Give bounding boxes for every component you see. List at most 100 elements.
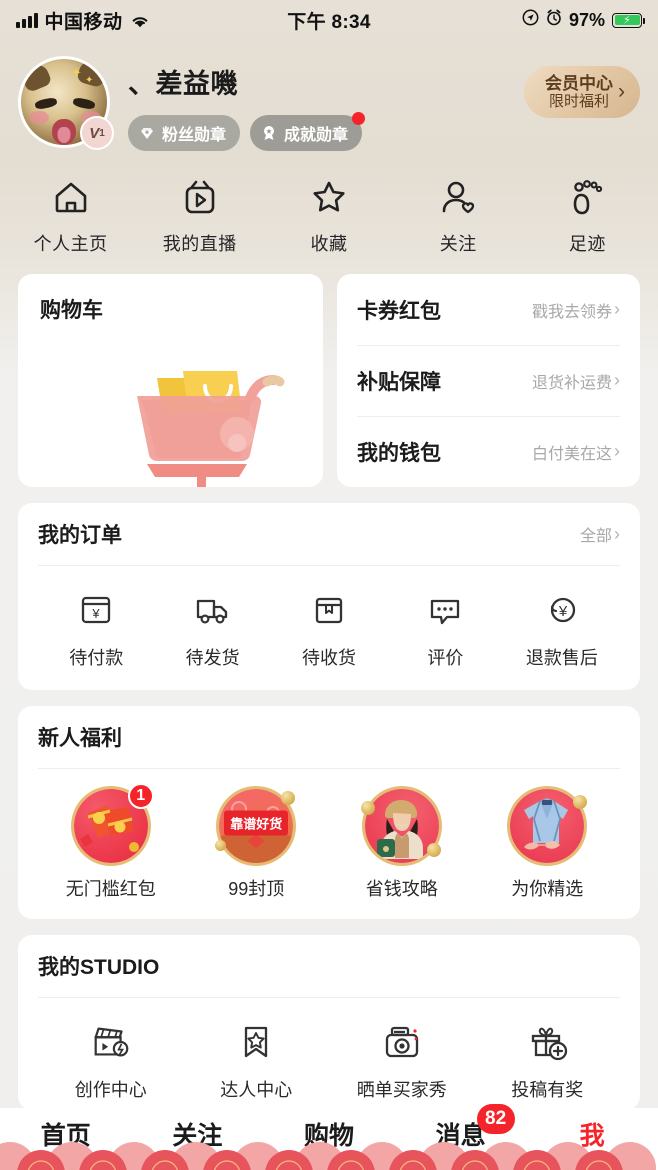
comment-icon xyxy=(423,588,467,632)
quick-nav-item-profile[interactable]: 个人主页 xyxy=(6,174,135,256)
refund-yen-icon: ¥ xyxy=(540,588,584,632)
star-icon xyxy=(306,174,352,220)
badge-list: 粉丝勋章 成就勋章 xyxy=(128,112,640,151)
vip-subtitle: 限时福利 xyxy=(548,93,609,111)
quick-nav-label: 足迹 xyxy=(568,234,606,254)
fashion-woman-icon xyxy=(360,789,441,863)
studio-item-submit[interactable]: 投稿有奖 xyxy=(475,1020,621,1102)
battery-percent: 97% xyxy=(568,9,605,30)
studio-item-talent[interactable]: 达人中心 xyxy=(184,1020,330,1102)
order-item-unreceived[interactable]: 待收货 xyxy=(271,588,387,670)
wallet-row-wallet[interactable]: 我的钱包 白付美在这 › xyxy=(357,416,620,487)
signal-bars-icon xyxy=(16,12,38,28)
wallet-label: 卡券红包 xyxy=(357,299,441,323)
chevron-right-icon: › xyxy=(614,299,620,319)
wallet-value: 白付美在这 xyxy=(531,445,612,463)
welfare-item-selected[interactable]: 为你精选 xyxy=(475,789,621,901)
vip-center-button[interactable]: 会员中心 限时福利 › xyxy=(524,66,640,118)
badge-achievement[interactable]: 成就勋章 xyxy=(250,112,366,151)
cart-title: 购物车 xyxy=(40,299,103,322)
welfare-label: 为你精选 xyxy=(511,879,584,899)
shopping-cart-illustration xyxy=(137,371,285,487)
studio-section: 我的STUDIO 创作中心 达人中心 晒单买家秀 投稿有奖 xyxy=(18,935,640,1110)
quick-nav-label: 关注 xyxy=(439,234,477,254)
studio-item-creator[interactable]: 创作中心 xyxy=(38,1020,184,1102)
quick-nav-label: 我的直播 xyxy=(162,234,237,254)
order-item-review[interactable]: 评价 xyxy=(387,588,503,670)
quick-nav-item-footprint[interactable]: 足迹 xyxy=(523,174,652,256)
quick-nav-item-live[interactable]: 我的直播 xyxy=(135,174,264,256)
welfare-item-99cap[interactable]: 靠谱好货 99封顶 xyxy=(184,789,330,901)
quick-nav-label: 收藏 xyxy=(310,234,348,254)
order-item-label: 退款售后 xyxy=(525,648,598,668)
badge-red-dot xyxy=(352,112,366,125)
bookmark-star-icon xyxy=(234,1020,278,1064)
wallet-card: 卡券红包 戳我去领券 › 补贴保障 退货补运费 › 我的钱包 白付美在这 › xyxy=(337,274,640,487)
order-item-refund[interactable]: ¥ 退款售后 xyxy=(504,588,620,670)
diamond-icon xyxy=(138,124,156,142)
camera-icon xyxy=(380,1020,424,1064)
person-heart-icon xyxy=(435,174,481,220)
orders-view-all[interactable]: 全部 › xyxy=(580,522,620,546)
gift-plus-icon xyxy=(525,1020,569,1064)
studio-item-label: 晒单买家秀 xyxy=(356,1080,447,1100)
cards-row: 购物车 卡券红包 戳我去领券 › 补贴保障 退货补运费 › 我的钱包 白付美在这… xyxy=(0,274,658,487)
welfare-label: 99封顶 xyxy=(228,879,285,899)
truck-icon xyxy=(191,588,235,632)
order-item-unpaid[interactable]: ¥ 待付款 xyxy=(38,588,154,670)
quick-nav-label: 个人主页 xyxy=(33,234,108,254)
footprint-icon xyxy=(564,174,610,220)
welfare-label: 省钱攻略 xyxy=(365,879,438,899)
quick-nav: 个人主页 我的直播 收藏 关注 足迹 xyxy=(0,160,658,274)
order-item-label: 待收货 xyxy=(302,648,357,668)
wallet-row-subsidy[interactable]: 补贴保障 退货补运费 › xyxy=(357,345,620,416)
clapperboard-icon xyxy=(89,1020,133,1064)
level-badge: V1 xyxy=(80,116,114,150)
welfare-badge: 1 xyxy=(127,783,154,809)
shopping-cart-card[interactable]: 购物车 xyxy=(18,274,323,487)
studio-item-label: 达人中心 xyxy=(220,1080,293,1100)
studio-item-label: 投稿有奖 xyxy=(511,1080,584,1100)
card-yen-icon: ¥ xyxy=(74,588,118,632)
red-packet-icon: 1 xyxy=(73,783,154,863)
medal-icon xyxy=(260,124,278,142)
quick-nav-item-favorites[interactable]: 收藏 xyxy=(264,174,393,256)
status-bar: 中国移动 下午 8:34 97% ⚡ xyxy=(0,0,658,40)
badge-fans-label: 粉丝勋章 xyxy=(162,127,227,144)
message-badge: 82 xyxy=(476,1104,515,1134)
orders-view-all-label: 全部 xyxy=(579,528,612,545)
quick-nav-item-following[interactable]: 关注 xyxy=(394,174,523,256)
studio-title: 我的STUDIO xyxy=(38,956,160,979)
wifi-icon xyxy=(130,13,150,28)
box-icon xyxy=(307,588,351,632)
order-item-unshipped[interactable]: 待发货 xyxy=(154,588,270,670)
avatar[interactable]: ✦ ✦ V1 xyxy=(18,56,114,150)
profile-header: ✦ ✦ V1 、差益嘰 粉丝勋章 成就勋章 会员中心 限时福利 › xyxy=(0,40,658,160)
blue-coat-icon xyxy=(510,789,588,863)
orders-title: 我的订单 xyxy=(38,524,122,547)
wallet-value: 退货补运费 xyxy=(531,374,612,392)
wallet-row-coupons[interactable]: 卡券红包 戳我去领券 › xyxy=(357,274,620,345)
wallet-value: 戳我去领券 xyxy=(531,303,612,321)
decorative-wave-pattern xyxy=(0,1142,656,1170)
alarm-icon xyxy=(546,9,562,31)
chevron-right-icon: › xyxy=(614,370,620,390)
studio-item-label: 创作中心 xyxy=(74,1080,147,1100)
tv-play-icon xyxy=(177,174,223,220)
welfare-tag: 靠谱好货 xyxy=(224,810,289,836)
carrier-label: 中国移动 xyxy=(44,11,123,33)
wallet-label: 我的钱包 xyxy=(357,441,441,465)
home-icon xyxy=(48,174,94,220)
welfare-item-redpacket[interactable]: 1 无门槛红包 xyxy=(38,783,184,901)
welfare-label: 无门槛红包 xyxy=(65,879,156,899)
welfare-title: 新人福利 xyxy=(38,727,122,750)
chevron-right-icon: › xyxy=(614,523,620,544)
badge-fans[interactable]: 粉丝勋章 xyxy=(128,115,241,151)
order-item-label: 评价 xyxy=(427,648,464,668)
svg-text:¥: ¥ xyxy=(92,606,101,621)
battery-charging-icon: ⚡ xyxy=(612,12,645,28)
wallet-label: 补贴保障 xyxy=(357,370,441,394)
svg-text:¥: ¥ xyxy=(558,603,568,620)
studio-item-showcase[interactable]: 晒单买家秀 xyxy=(329,1020,475,1102)
welfare-item-savings[interactable]: 省钱攻略 xyxy=(329,789,475,901)
